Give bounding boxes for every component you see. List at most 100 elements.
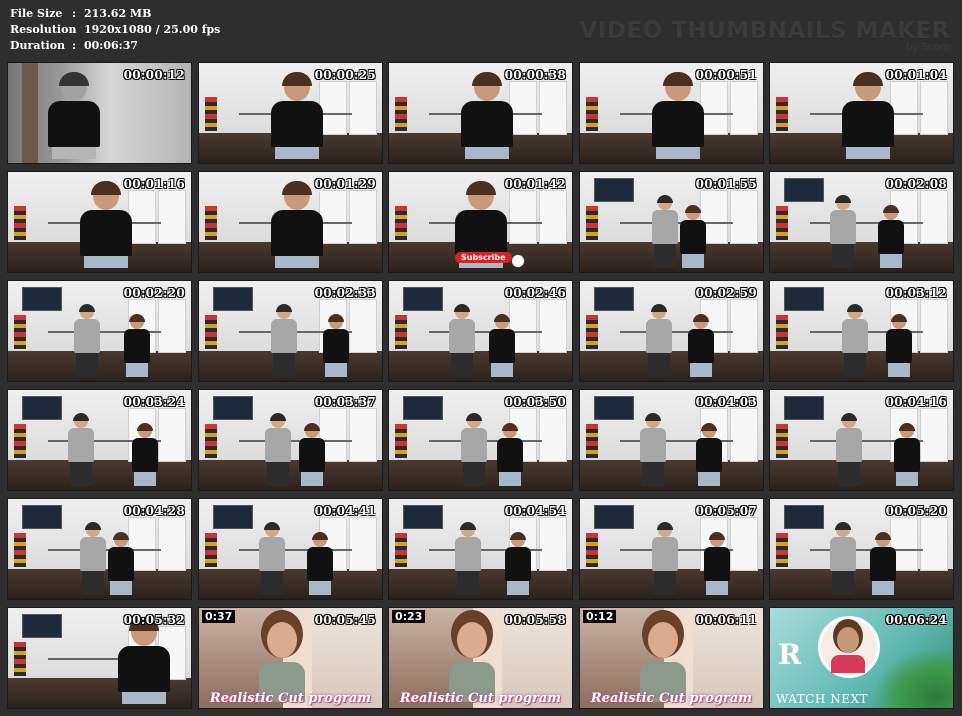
video-thumbnail[interactable]: 00:04:41 [198,498,383,600]
video-thumbnail[interactable]: 00:02:20 [7,280,192,382]
man-figure [271,304,297,377]
video-thumbnail[interactable]: 00:04:28 [7,498,192,600]
timestamp: 00:02:08 [885,177,947,191]
door [349,517,377,571]
medicine-ball-rack [14,424,26,458]
video-thumbnail[interactable]: 00:02:59 [579,280,764,382]
video-thumbnail[interactable]: 00:04:54 [388,498,573,600]
door [319,81,347,135]
wall-tv [594,396,634,420]
video-thumbnail[interactable]: 00:05:32 [7,607,192,709]
man-figure [74,304,100,377]
legs [301,472,323,486]
wall-tv [403,287,443,311]
bell-icon[interactable] [511,254,525,268]
video-thumbnail[interactable]: 00:03:50 [388,389,573,491]
hair [59,72,89,86]
torso [80,537,106,571]
video-thumbnail[interactable]: 0:23 Realistic Cut program 00:05:58 [388,607,573,709]
watch-next-label[interactable]: WATCH NEXT [776,692,868,706]
door [509,81,537,135]
video-thumbnail[interactable]: 00:02:33 [198,280,383,382]
man-figure [646,304,672,377]
door [730,299,758,353]
torso [652,537,678,571]
video-thumbnail[interactable]: 00:02:08 [769,171,954,273]
medicine-ball-rack [205,97,217,131]
video-thumbnail[interactable]: 00:01:16 [7,171,192,273]
torso [48,101,100,147]
man-figure [455,522,481,595]
video-thumbnail[interactable]: 0:37 Realistic Cut program 00:05:45 [198,607,383,709]
man-figure [68,413,94,486]
video-thumbnail[interactable]: 00:03:24 [7,389,192,491]
subscribe-button[interactable]: Subscribe [455,252,512,263]
ballet-barre [239,549,352,551]
video-thumbnail[interactable]: 00:04:16 [769,389,954,491]
legs [507,581,529,595]
head [648,622,678,658]
man-figure [265,413,291,486]
timestamp: 00:03:24 [123,395,185,409]
legs [648,353,670,377]
woman-figure [461,72,513,159]
hair [466,181,496,195]
floor [199,569,382,599]
timestamp: 00:03:12 [885,286,947,300]
medicine-ball-rack [14,315,26,349]
head [457,622,487,658]
medicine-ball-rack [776,315,788,349]
torso [886,329,912,363]
door [349,299,377,353]
torso [830,210,856,244]
torso [80,210,132,256]
video-thumbnail[interactable]: 00:04:03 [579,389,764,491]
hair [835,195,851,203]
woman-figure [48,72,100,159]
torso [449,319,475,353]
timestamp: 00:05:32 [123,613,185,627]
timestamp: 00:06:11 [695,613,757,627]
legs [457,571,479,595]
torso [307,547,333,581]
door [539,190,567,244]
video-thumbnail[interactable]: 00:01:55 [579,171,764,273]
video-thumbnail[interactable]: 00:03:12 [769,280,954,382]
video-thumbnail[interactable]: 0:12 Realistic Cut program 00:06:11 [579,607,764,709]
duration-badge: 0:12 [583,610,617,623]
video-thumbnail[interactable]: 00:01:04 [769,62,954,164]
video-thumbnail[interactable]: 00:00:25 [198,62,383,164]
video-thumbnail[interactable]: 00:00:38 [388,62,573,164]
torso [894,438,920,472]
duration-badge: 0:37 [202,610,236,623]
door [539,408,567,462]
torso [461,101,513,147]
timestamp: 00:05:20 [885,504,947,518]
torso [132,438,158,472]
video-thumbnail[interactable]: 00:00:51 [579,62,764,164]
torso [118,646,170,692]
floor [770,242,953,272]
resolution-value: 1920x1080 / 25.00 fps [84,23,221,36]
door [158,190,186,244]
timestamp: 00:00:51 [695,68,757,82]
torso [640,428,666,462]
floor [389,351,572,381]
timestamp: 00:04:54 [504,504,566,518]
video-thumbnail[interactable]: 00:01:29 [198,171,383,273]
video-thumbnail[interactable]: 00:02:46 [388,280,573,382]
hair [312,532,328,540]
video-thumbnail[interactable]: Subscribe 00:01:42 [388,171,573,273]
door [920,190,948,244]
torso [489,329,515,363]
video-thumbnail[interactable]: 00:03:37 [198,389,383,491]
medicine-ball-rack [586,315,598,349]
wall-tv [594,178,634,202]
promo-title: Realistic Cut program [590,691,753,706]
resolution-label: Resolution [10,23,77,36]
video-thumbnail[interactable]: 00:00:12 [7,62,192,164]
video-thumbnail[interactable]: R WATCH NEXT 00:06:24 [769,607,954,709]
legs [134,472,156,486]
video-thumbnail[interactable]: 00:05:07 [579,498,764,600]
video-thumbnail[interactable]: 00:05:20 [769,498,954,600]
